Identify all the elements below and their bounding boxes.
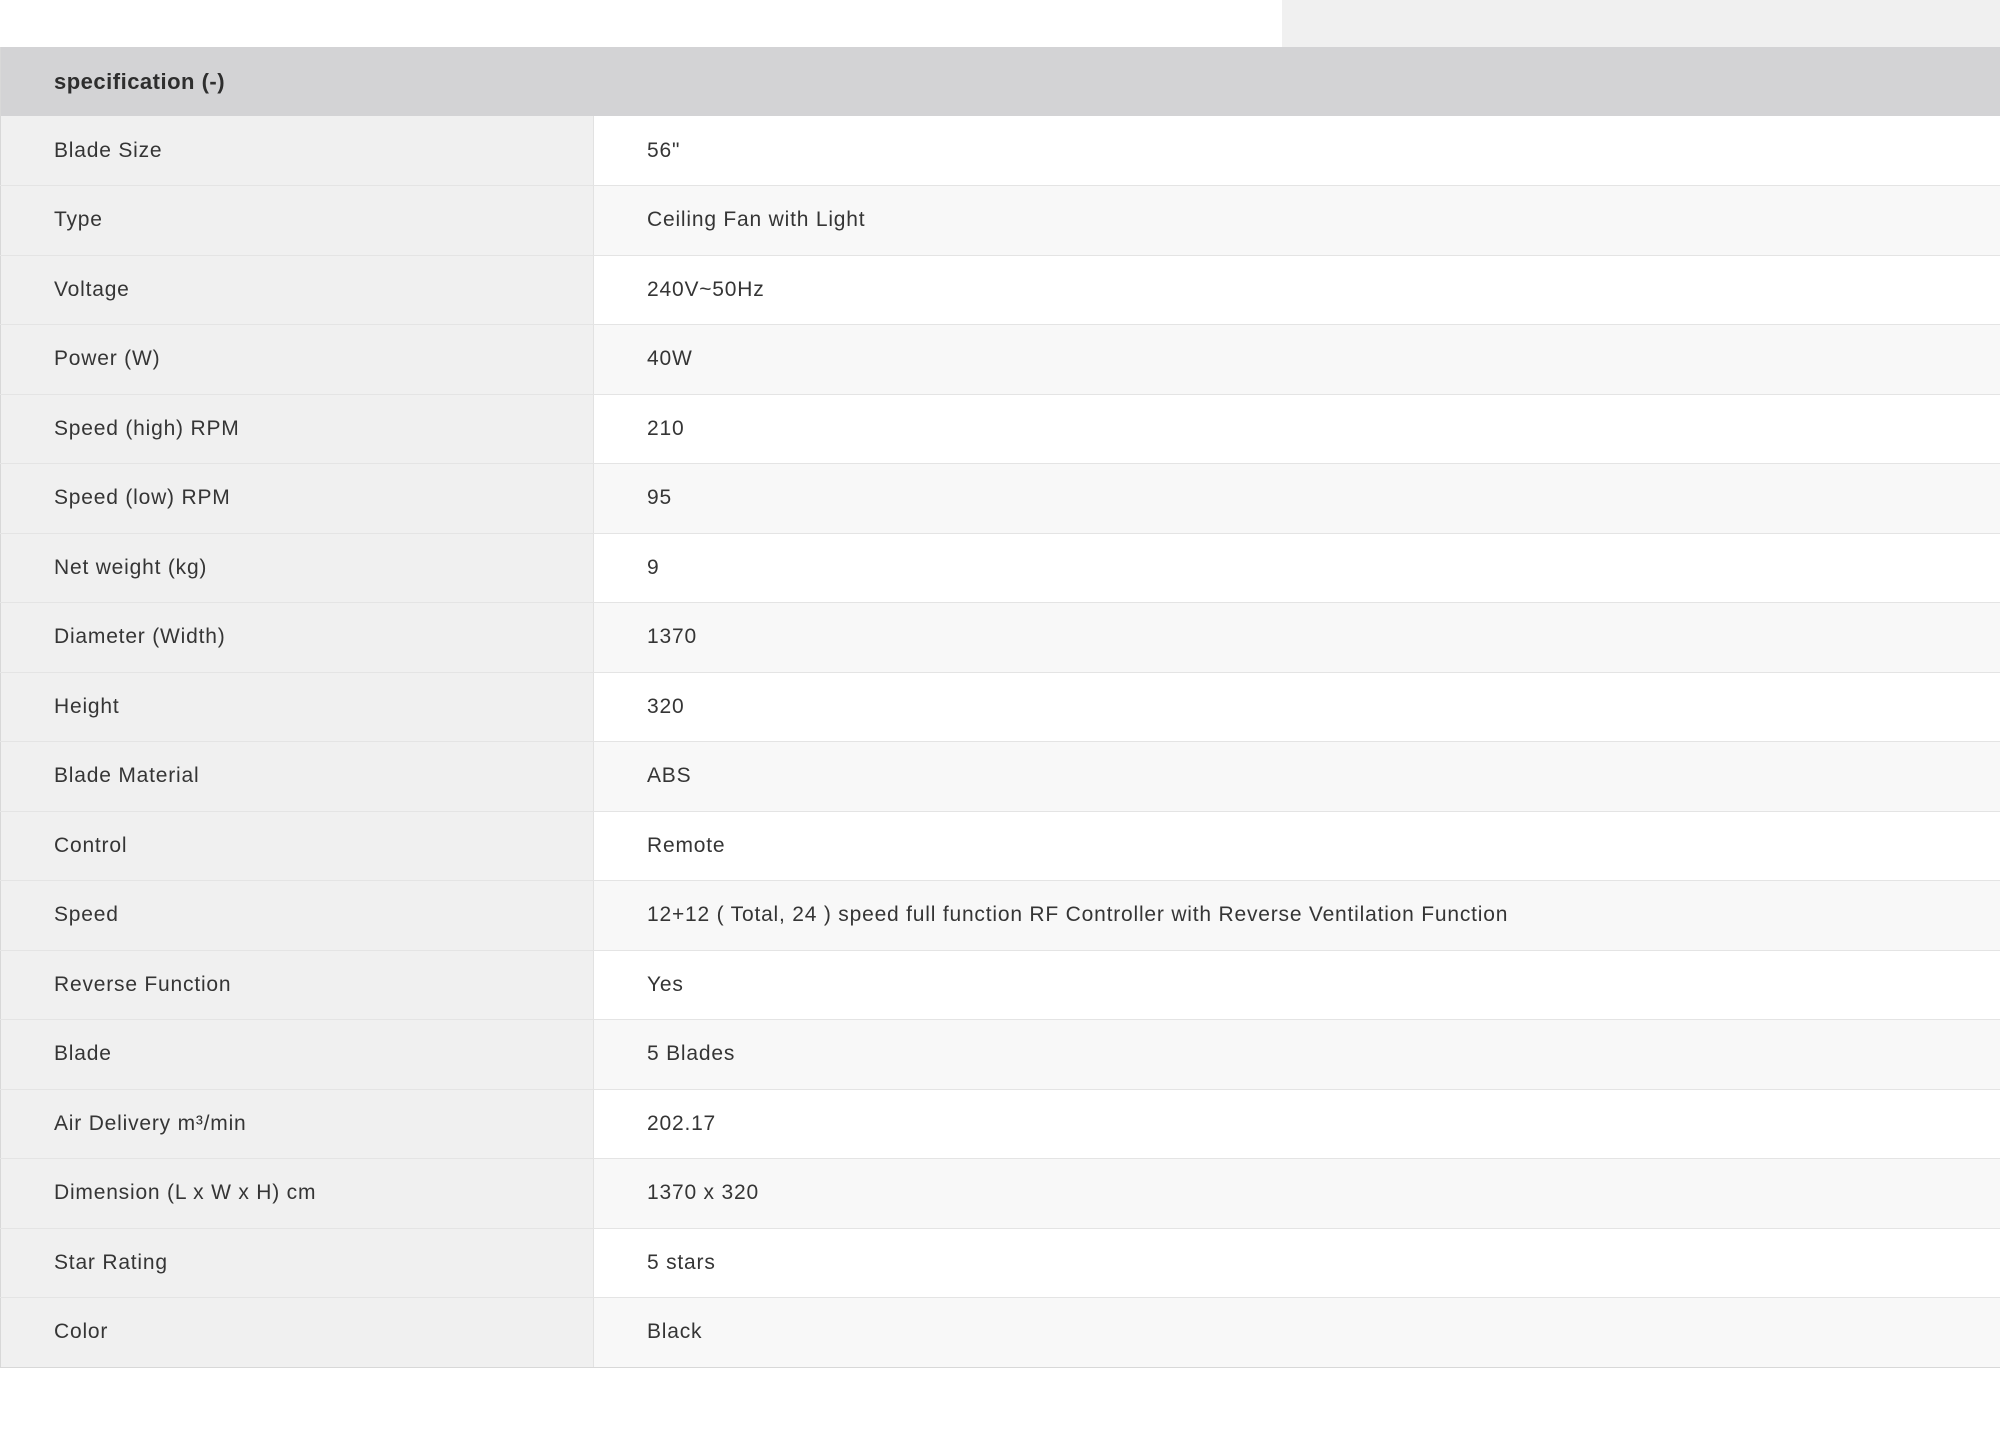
spec-row-air-delivery: Air Delivery m³/min 202.17 [0, 1089, 2000, 1159]
spec-row-power: Power (W) 40W [0, 324, 2000, 395]
spec-value: 95 [593, 463, 2000, 534]
specification-table: specification (-) Blade Size 56" Type Ce… [0, 47, 2000, 1368]
spec-label: Speed (low) RPM [0, 463, 594, 534]
spec-label: Speed [0, 880, 594, 951]
spec-label: Type [0, 185, 594, 256]
spec-label: Speed (high) RPM [0, 394, 594, 464]
spec-label: Air Delivery m³/min [0, 1089, 594, 1159]
spec-value: 5 stars [593, 1228, 2000, 1298]
spec-label: Blade [0, 1019, 594, 1090]
spec-row-height: Height 320 [0, 672, 2000, 742]
spec-row-net-weight: Net weight (kg) 9 [0, 533, 2000, 603]
spec-row-blade-material: Blade Material ABS [0, 741, 2000, 812]
specification-header[interactable]: specification (-) [0, 47, 2000, 116]
spec-value: 320 [593, 672, 2000, 742]
spec-row-blade: Blade 5 Blades [0, 1019, 2000, 1090]
spec-label: Star Rating [0, 1228, 594, 1298]
spec-row-type: Type Ceiling Fan with Light [0, 185, 2000, 256]
spec-label: Blade Material [0, 741, 594, 812]
spec-row-control: Control Remote [0, 811, 2000, 881]
spec-label: Height [0, 672, 594, 742]
spec-label: Control [0, 811, 594, 881]
spec-row-blade-size: Blade Size 56" [0, 116, 2000, 186]
spec-label: Reverse Function [0, 950, 594, 1020]
spec-row-dimension: Dimension (L x W x H) cm 1370 x 320 [0, 1158, 2000, 1229]
inactive-tab[interactable] [1282, 0, 2000, 47]
spec-row-reverse-function: Reverse Function Yes [0, 950, 2000, 1020]
spec-value: 56" [593, 116, 2000, 186]
spec-row-speed-high: Speed (high) RPM 210 [0, 394, 2000, 464]
spec-value: 12+12 ( Total, 24 ) speed full function … [593, 880, 2000, 951]
spec-value: 9 [593, 533, 2000, 603]
spec-row-color: Color Black [0, 1297, 2000, 1368]
spec-value: 1370 x 320 [593, 1158, 2000, 1229]
spec-label: Power (W) [0, 324, 594, 395]
spec-value: Black [593, 1297, 2000, 1368]
spec-value: 202.17 [593, 1089, 2000, 1159]
spec-row-speed: Speed 12+12 ( Total, 24 ) speed full fun… [0, 880, 2000, 951]
spec-value: ABS [593, 741, 2000, 812]
spec-value: 5 Blades [593, 1019, 2000, 1090]
spec-value: 1370 [593, 602, 2000, 673]
spec-value: 240V~50Hz [593, 255, 2000, 325]
spec-value: 210 [593, 394, 2000, 464]
spec-label: Voltage [0, 255, 594, 325]
spec-row-star-rating: Star Rating 5 stars [0, 1228, 2000, 1298]
spec-label: Blade Size [0, 116, 594, 186]
spec-row-voltage: Voltage 240V~50Hz [0, 255, 2000, 325]
spec-label: Diameter (Width) [0, 602, 594, 673]
specification-title[interactable]: specification (-) [0, 47, 2000, 116]
spec-value: 40W [593, 324, 2000, 395]
spec-row-speed-low: Speed (low) RPM 95 [0, 463, 2000, 534]
spec-value: Ceiling Fan with Light [593, 185, 2000, 256]
spec-value: Remote [593, 811, 2000, 881]
spec-label: Color [0, 1297, 594, 1368]
spec-value: Yes [593, 950, 2000, 1020]
spec-label: Dimension (L x W x H) cm [0, 1158, 594, 1229]
spec-label: Net weight (kg) [0, 533, 594, 603]
spec-row-diameter: Diameter (Width) 1370 [0, 602, 2000, 673]
